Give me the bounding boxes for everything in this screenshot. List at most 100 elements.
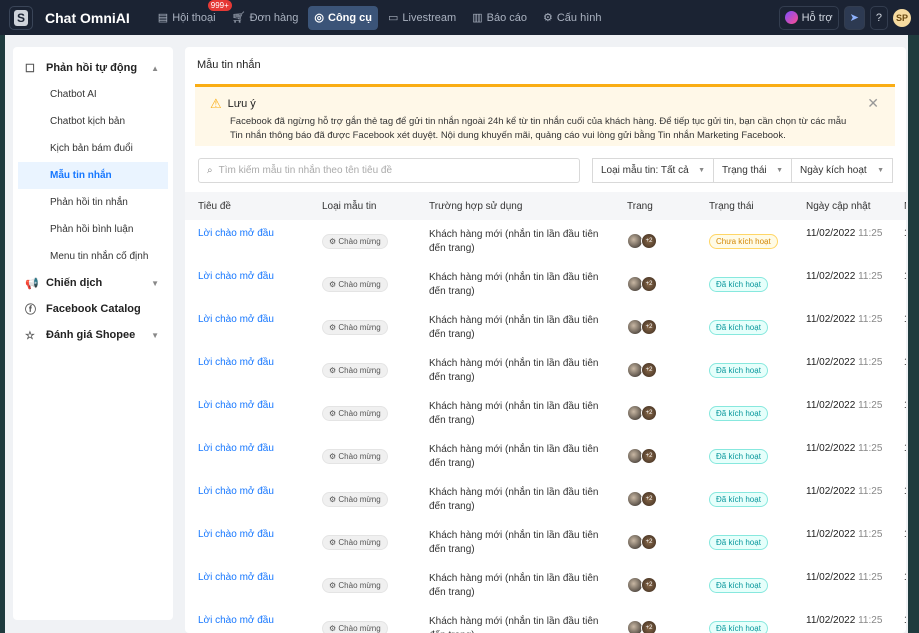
template-title-link[interactable]: Lời chào mở đầu — [198, 271, 274, 282]
page-avatars: +2 — [627, 233, 696, 249]
page-avatars: +2 — [627, 620, 696, 633]
update-date: 11/02/2022 — [806, 615, 856, 626]
type-tag: ⚙ Chào mừng — [322, 449, 388, 464]
table-row[interactable]: Lời chào mở đầu ⚙ Chào mừng Khách hàng m… — [185, 521, 906, 564]
nav-4[interactable]: ▥ Báo cáo — [466, 6, 533, 30]
extra-cell: 1 — [904, 529, 906, 540]
nav-5[interactable]: ⚙ Cấu hình — [537, 6, 608, 30]
filter-type[interactable]: Loại mẫu tin: Tất cả ▼ — [592, 158, 714, 183]
table-row[interactable]: Lời chào mở đầu ⚙ Chào mừng Khách hàng m… — [185, 478, 906, 521]
extra-cell: 1 — [904, 615, 906, 626]
avatar[interactable]: SP — [893, 8, 911, 27]
sidebar-item[interactable]: Chatbot AI — [18, 81, 168, 108]
chevron-down-icon: ▼ — [151, 330, 159, 340]
more-pages-avatar: +2 — [641, 233, 657, 249]
more-pages-avatar: +2 — [641, 534, 657, 550]
close-icon[interactable]: ✕ — [867, 95, 879, 112]
gear-icon: ⚙ — [542, 12, 553, 24]
column-header: Ngày cập nhật — [793, 192, 891, 220]
table-row[interactable]: Lời chào mở đầu ⚙ Chào mừng Khách hàng m… — [185, 392, 906, 435]
page-avatars: +2 — [627, 534, 696, 550]
bot-icon: ☐ — [25, 62, 35, 75]
table-row[interactable]: Lời chào mở đầu ⚙ Chào mừng Khách hàng m… — [185, 435, 906, 478]
type-tag: ⚙ Chào mừng — [322, 320, 388, 335]
sidebar-item[interactable]: Phản hồi tin nhắn — [18, 189, 168, 216]
template-title-link[interactable]: Lời chào mở đầu — [198, 314, 274, 325]
update-date: 11/02/2022 — [806, 486, 856, 497]
template-title-link[interactable]: Lời chào mở đầu — [198, 529, 274, 540]
status-badge: Đã kích hoạt — [709, 449, 768, 464]
search-icon: ⌕ — [207, 165, 213, 176]
update-date: 11/02/2022 — [806, 572, 856, 583]
sidebar-group-catalog[interactable]: ⓕ Facebook Catalog — [13, 296, 173, 322]
table-row[interactable]: Lời chào mở đầu ⚙ Chào mừng Khách hàng m… — [185, 220, 906, 263]
nav-1[interactable]: 🛒︎ Đơn hàng — [226, 6, 305, 30]
extra-cell: 1 — [904, 443, 906, 454]
nav-2[interactable]: ◎ Công cụ — [308, 5, 378, 30]
use-case: Khách hàng mới (nhắn tin lần đầu tiên đế… — [429, 444, 599, 469]
templates-table: Tiêu đề Loại mẫu tin Trường hợp sử dụng Tra… — [185, 192, 906, 633]
template-title-link[interactable]: Lời chào mở đầu — [198, 572, 274, 583]
nav-0[interactable]: ▤ Hội thoại 999+ — [152, 0, 232, 30]
sidebar-item[interactable]: Menu tin nhắn cố định — [18, 243, 168, 270]
template-title-link[interactable]: Lời chào mở đầu — [198, 400, 274, 411]
template-title-link[interactable]: Lời chào mở đầu — [198, 357, 274, 368]
use-case: Khách hàng mới (nhắn tin lần đầu tiên đế… — [429, 487, 599, 512]
extra-cell: 1 — [904, 271, 906, 282]
update-time: 11:25 — [858, 529, 883, 540]
alert-body: Facebook đã ngừng hỗ trợ gắn thẻ tag để … — [230, 116, 847, 141]
update-time: 11:25 — [858, 271, 883, 282]
page-avatars: +2 — [627, 276, 696, 292]
sidebar-item[interactable]: Mẫu tin nhắn — [18, 162, 168, 189]
megaphone-icon: ➤ — [849, 12, 859, 24]
more-pages-avatar: +2 — [641, 491, 657, 507]
template-title-link[interactable]: Lời chào mở đầu — [198, 615, 274, 626]
extra-cell: 1 — [904, 314, 906, 325]
sidebar-group-campaign[interactable]: 📢 Chiến dịch ▼ — [13, 270, 173, 296]
status-badge: Đã kích hoạt — [709, 320, 768, 335]
filter-status[interactable]: Trạng thái ▼ — [713, 158, 792, 183]
update-date: 11/02/2022 — [806, 443, 856, 454]
filter-date[interactable]: Ngày kích hoạt ▼ — [791, 158, 893, 183]
more-pages-avatar: +2 — [641, 362, 657, 378]
support-button[interactable]: Hỗ trợ — [778, 5, 839, 30]
table-row[interactable]: Lời chào mở đầu ⚙ Chào mừng Khách hàng m… — [185, 607, 906, 633]
update-time: 11:25 — [858, 486, 883, 497]
table-row[interactable]: Lời chào mở đầu ⚙ Chào mừng Khách hàng m… — [185, 349, 906, 392]
page-avatars: +2 — [627, 448, 696, 464]
use-case: Khách hàng mới (nhắn tin lần đầu tiên đế… — [429, 315, 599, 340]
template-title-link[interactable]: Lời chào mở đầu — [198, 486, 274, 497]
status-badge: Đã kích hoạt — [709, 363, 768, 378]
use-case: Khách hàng mới (nhắn tin lần đầu tiên đế… — [429, 358, 599, 383]
help-button[interactable]: ? — [869, 5, 888, 30]
sidebar-item[interactable]: Kịch bản bám đuổi — [18, 135, 168, 162]
sidebar-group-shopee[interactable]: ☆ Đánh giá Shopee ▼ — [13, 322, 173, 348]
sidebar-item[interactable]: Phản hồi bình luận — [18, 216, 168, 243]
type-tag: ⚙ Chào mừng — [322, 578, 388, 593]
status-badge: Đã kích hoạt — [709, 578, 768, 593]
search-input[interactable]: ⌕ Tìm kiếm mẫu tin nhắn theo tên tiêu đề — [198, 158, 580, 183]
sidebar-group-auto-reply[interactable]: ☐ Phản hồi tự động ▲ — [13, 55, 173, 81]
template-title-link[interactable]: Lời chào mở đầu — [198, 443, 274, 454]
warning-alert: ⚠ Lưu ý Facebook đã ngừng hỗ trợ gắn thẻ … — [195, 84, 895, 146]
table-row[interactable]: Lời chào mở đầu ⚙ Chào mừng Khách hàng m… — [185, 564, 906, 607]
app-logo[interactable]: S — [9, 5, 33, 30]
type-tag: ⚙ Chào mừng — [322, 406, 388, 421]
chevron-up-icon: ▲ — [151, 63, 159, 73]
type-tag: ⚙ Chào mừng — [322, 277, 388, 292]
update-date: 11/02/2022 — [806, 357, 856, 368]
nav-3[interactable]: ▭ Livestream — [382, 6, 462, 30]
sidebar-item[interactable]: Chatbot kịch bản — [18, 108, 168, 135]
type-tag: ⚙ Chào mừng — [322, 234, 388, 249]
use-case: Khách hàng mới (nhắn tin lần đầu tiên đế… — [429, 401, 599, 426]
page-avatars: +2 — [627, 319, 696, 335]
more-pages-avatar: +2 — [641, 276, 657, 292]
template-title-link[interactable]: Lời chào mở đầu — [198, 228, 274, 239]
warning-icon: ⚠ — [210, 96, 222, 111]
table-row[interactable]: Lời chào mở đầu ⚙ Chào mừng Khách hàng m… — [185, 263, 906, 306]
announcement-button[interactable]: ➤ — [843, 5, 865, 30]
chat-icon: ▤ — [157, 12, 169, 24]
use-case: Khách hàng mới (nhắn tin lần đầu tiên đế… — [429, 229, 599, 254]
type-tag: ⚙ Chào mừng — [322, 363, 388, 378]
table-row[interactable]: Lời chào mở đầu ⚙ Chào mừng Khách hàng m… — [185, 306, 906, 349]
